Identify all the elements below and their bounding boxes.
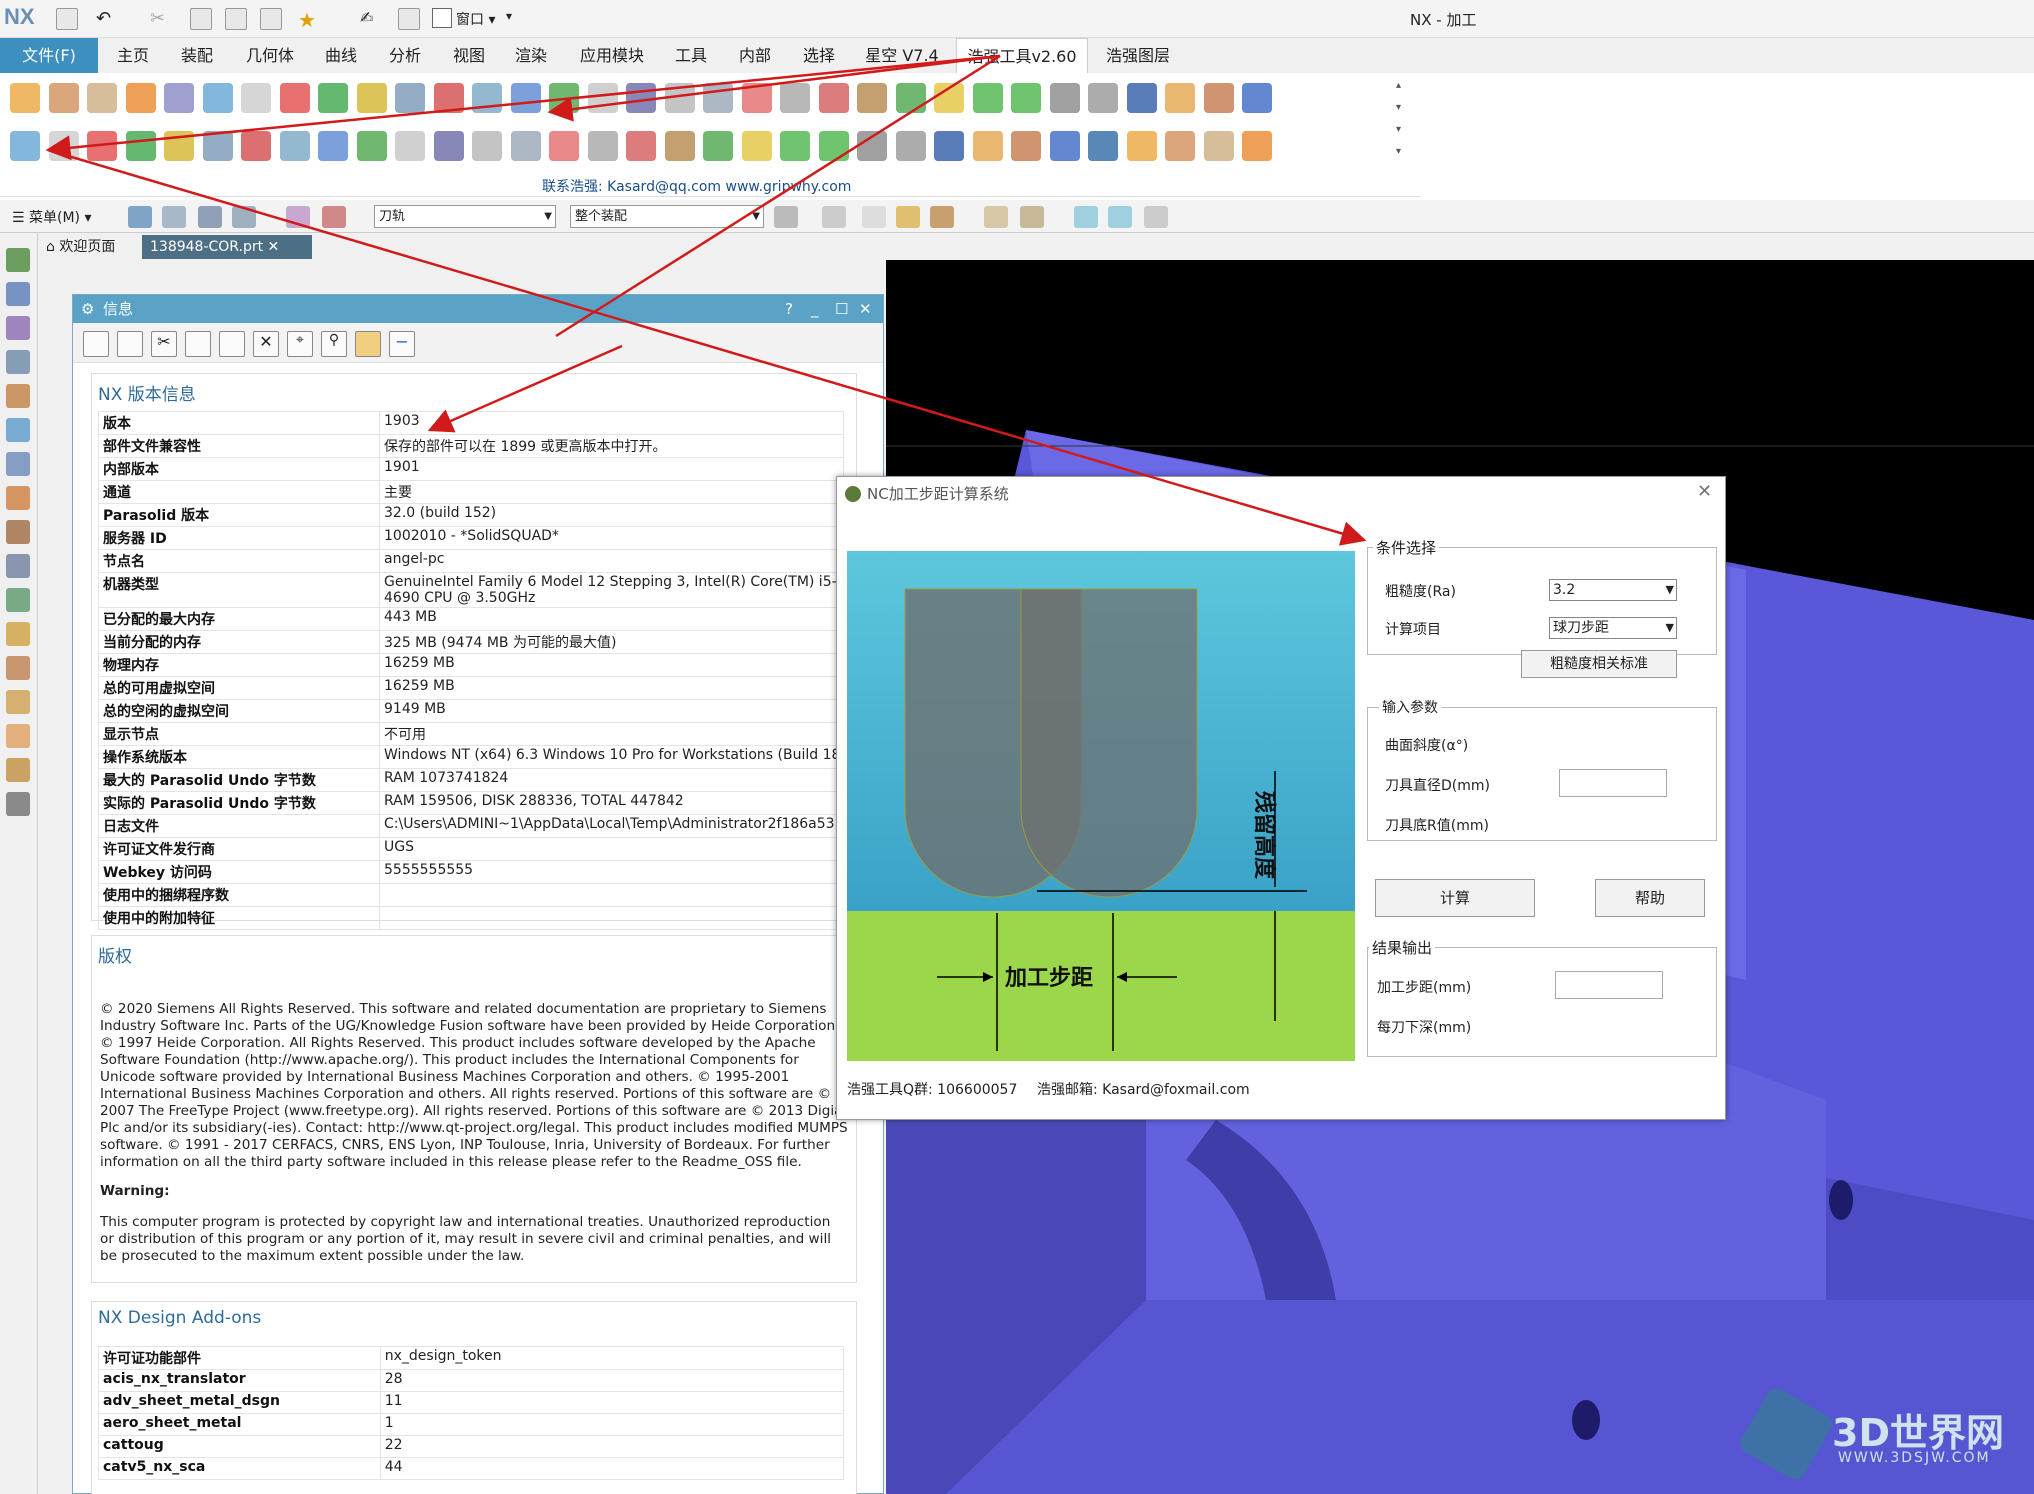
annotation-arrows bbox=[45, 54, 1367, 546]
watermark-brand: 3D世界网 bbox=[1832, 1411, 2004, 1455]
watermark-url: WWW.3DSJW.COM bbox=[1838, 1450, 1991, 1466]
nx-application: NX ↶ ✂ ★ ✍ 窗口 ▾ ▾ NX - 加工 文件(F) 主页 装配 几何… bbox=[0, 0, 2034, 1494]
watermark: 3D世界网 WWW.3DSJW.COM bbox=[1736, 1384, 2020, 1484]
cube-logo-icon bbox=[1736, 1384, 1836, 1484]
